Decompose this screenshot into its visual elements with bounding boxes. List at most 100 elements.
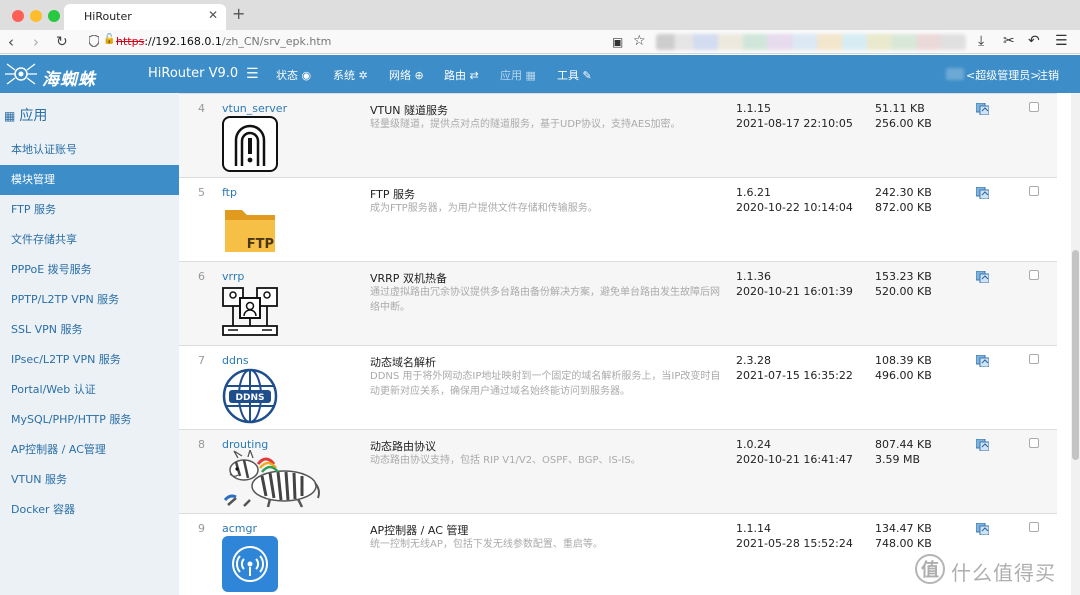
module-installed-size: 496.00 KB: [875, 369, 932, 382]
module-name-link[interactable]: acmgr: [222, 522, 257, 535]
module-title: AP控制器 / AC 管理: [370, 524, 469, 537]
module-package-size: 108.39 KB: [875, 354, 932, 367]
browser-menu-icon[interactable]: ☰: [1055, 33, 1068, 49]
sidebar-item-mysql-php-http[interactable]: MySQL/PHP/HTTP 服务: [0, 405, 179, 435]
url-input[interactable]: https://192.168.0.1/zh_CN/srv_epk.htm: [116, 35, 331, 48]
row-number: 7: [198, 354, 205, 367]
sidebar: ▦ 应用 本地认证账号 模块管理 FTP 服务 文件存储共享 PPPoE 拨号服务…: [0, 93, 179, 595]
update-module-icon[interactable]: [976, 355, 989, 367]
row-checkbox[interactable]: [1029, 270, 1039, 280]
sidebar-item-pppoe[interactable]: PPPoE 拨号服务: [0, 255, 179, 285]
row-checkbox[interactable]: [1029, 102, 1039, 112]
spider-logo-icon: [5, 63, 37, 85]
app-header: 海蜘蛛 HiRouter V9.0 ☰ 状态 ◉ 系统 ✲ 网络 ⊕ 路由 ⇄ …: [0, 55, 1080, 93]
shield-icon[interactable]: [89, 35, 99, 47]
update-module-icon[interactable]: [976, 187, 989, 199]
module-table: 4 vtun_server VTUN 隧道服务 轻量级隧道，提供点对点的隧道服务…: [179, 93, 1071, 595]
module-version: 1.6.21: [736, 186, 771, 199]
sidebar-item-file-share[interactable]: 文件存储共享: [0, 225, 179, 255]
browser-tab[interactable]: HiRouter ✕: [64, 4, 226, 30]
module-date: 2021-07-15 16:35:22: [736, 369, 853, 382]
grid-icon: ▦: [4, 109, 16, 123]
new-tab-button[interactable]: +: [232, 4, 245, 23]
row-number: 9: [198, 522, 205, 535]
menu-system[interactable]: 系统 ✲: [333, 67, 368, 83]
sidebar-item-module-management[interactable]: 模块管理: [0, 165, 179, 195]
url-host: ://192.168.0.1: [144, 35, 222, 48]
sidebar-item-pptp-l2tp[interactable]: PPTP/L2TP VPN 服务: [0, 285, 179, 315]
tab-close-icon[interactable]: ✕: [208, 8, 218, 22]
module-package-size: 51.11 KB: [875, 102, 925, 115]
scissors-icon[interactable]: ✂: [1003, 33, 1015, 49]
module-description: 动态路由协议支持，包括 RIP V1/V2、OSPF、BGP、IS-IS。: [370, 455, 641, 466]
row-checkbox[interactable]: [1029, 186, 1039, 196]
row-number: 6: [198, 270, 205, 283]
extension-icons-blurred: [656, 34, 966, 50]
menu-network[interactable]: 网络 ⊕: [389, 67, 424, 83]
hirouter-logo[interactable]: 海蜘蛛: [4, 61, 140, 90]
module-version: 1.1.36: [736, 270, 771, 283]
url-scheme: https: [116, 35, 145, 48]
sidebar-item-ipsec[interactable]: IPsec/L2TP VPN 服务: [0, 345, 179, 375]
tab-title: HiRouter: [84, 10, 132, 23]
logout-link[interactable]: 注销: [1037, 67, 1059, 83]
scrollbar-thumb[interactable]: [1072, 250, 1079, 460]
update-module-icon[interactable]: [976, 271, 989, 283]
user-role[interactable]: <超级管理员>: [966, 67, 1039, 83]
table-row: 4 vtun_server VTUN 隧道服务 轻量级隧道，提供点对点的隧道服务…: [179, 93, 1057, 177]
module-version: 1.1.15: [736, 102, 771, 115]
reload-icon[interactable]: ↻: [56, 33, 68, 51]
menu-apps[interactable]: 应用 ▦: [500, 67, 536, 83]
window-minimize-button[interactable]: [30, 10, 42, 22]
row-number: 4: [198, 102, 205, 115]
sidebar-item-ftp[interactable]: FTP 服务: [0, 195, 179, 225]
update-module-icon[interactable]: [976, 103, 989, 115]
sidebar-item-ssl-vpn[interactable]: SSL VPN 服务: [0, 315, 179, 345]
sidebar-item-portal[interactable]: Portal/Web 认证: [0, 375, 179, 405]
logo-text: 海蜘蛛: [42, 70, 96, 90]
update-module-icon[interactable]: [976, 523, 989, 535]
sidebar-item-local-auth[interactable]: 本地认证账号: [0, 135, 179, 165]
row-checkbox[interactable]: [1029, 354, 1039, 364]
window-maximize-button[interactable]: [48, 10, 60, 22]
ftp-folder-icon: FTP: [225, 210, 275, 252]
browser-tab-bar: HiRouter ✕ +: [0, 0, 1080, 30]
bookmark-star-icon[interactable]: ☆: [633, 33, 646, 49]
table-row: 5 ftp FTP FTP 服务 成为FTP服务器，为用户提供文件存储和传输服务…: [179, 177, 1057, 261]
ftp-icon-text: FTP: [247, 237, 274, 252]
module-title: VTUN 隧道服务: [370, 104, 449, 117]
ddns-icon-text: DDNS: [236, 393, 265, 403]
sidebar-item-vtun[interactable]: VTUN 服务: [0, 465, 179, 495]
undo-icon[interactable]: ↶: [1028, 33, 1040, 49]
sidebar-item-ap-controller[interactable]: AP控制器 / AC管理: [0, 435, 179, 465]
row-number: 5: [198, 186, 205, 199]
module-package-size: 134.47 KB: [875, 522, 932, 535]
forward-icon[interactable]: ›: [33, 33, 39, 51]
menu-routing[interactable]: 路由 ⇄: [444, 67, 479, 83]
module-version: 1.0.24: [736, 438, 771, 451]
camera-blocked-icon[interactable]: ▣: [612, 35, 623, 49]
row-checkbox[interactable]: [1029, 522, 1039, 532]
module-name-link[interactable]: vtun_server: [222, 102, 287, 115]
insecure-lock-icon[interactable]: 🔓: [103, 34, 115, 45]
window-close-button[interactable]: [12, 10, 24, 22]
menu-toggle-icon[interactable]: ☰: [246, 66, 259, 82]
module-installed-size: 520.00 KB: [875, 285, 932, 298]
menu-status[interactable]: 状态 ◉: [276, 67, 311, 83]
module-package-size: 153.23 KB: [875, 270, 932, 283]
module-name-link[interactable]: vrrp: [222, 270, 244, 283]
sidebar-item-docker[interactable]: Docker 容器: [0, 495, 179, 525]
module-version: 2.3.28: [736, 354, 771, 367]
module-installed-size: 872.00 KB: [875, 201, 932, 214]
row-number: 8: [198, 438, 205, 451]
table-row: 8 drouting 动态路由协议 动态路由协议支持，包括 RIP V1/V2、…: [179, 429, 1057, 513]
download-icon[interactable]: ⤓: [978, 33, 984, 49]
module-name-link[interactable]: ftp: [222, 186, 237, 199]
update-module-icon[interactable]: [976, 439, 989, 451]
row-checkbox[interactable]: [1029, 438, 1039, 448]
module-name-link[interactable]: ddns: [222, 354, 249, 367]
back-icon[interactable]: ‹: [8, 33, 14, 51]
module-description: DDNS 用于将外网动态IP地址映射到一个固定的域名解析服务上，当IP改变时自动…: [370, 371, 721, 397]
menu-tools[interactable]: 工具 ✎: [557, 67, 592, 83]
table-row: 6 vrrp VRRP 双机热备 通过虚拟路由冗余协议提供多台路由备份解决方案，…: [179, 261, 1057, 345]
